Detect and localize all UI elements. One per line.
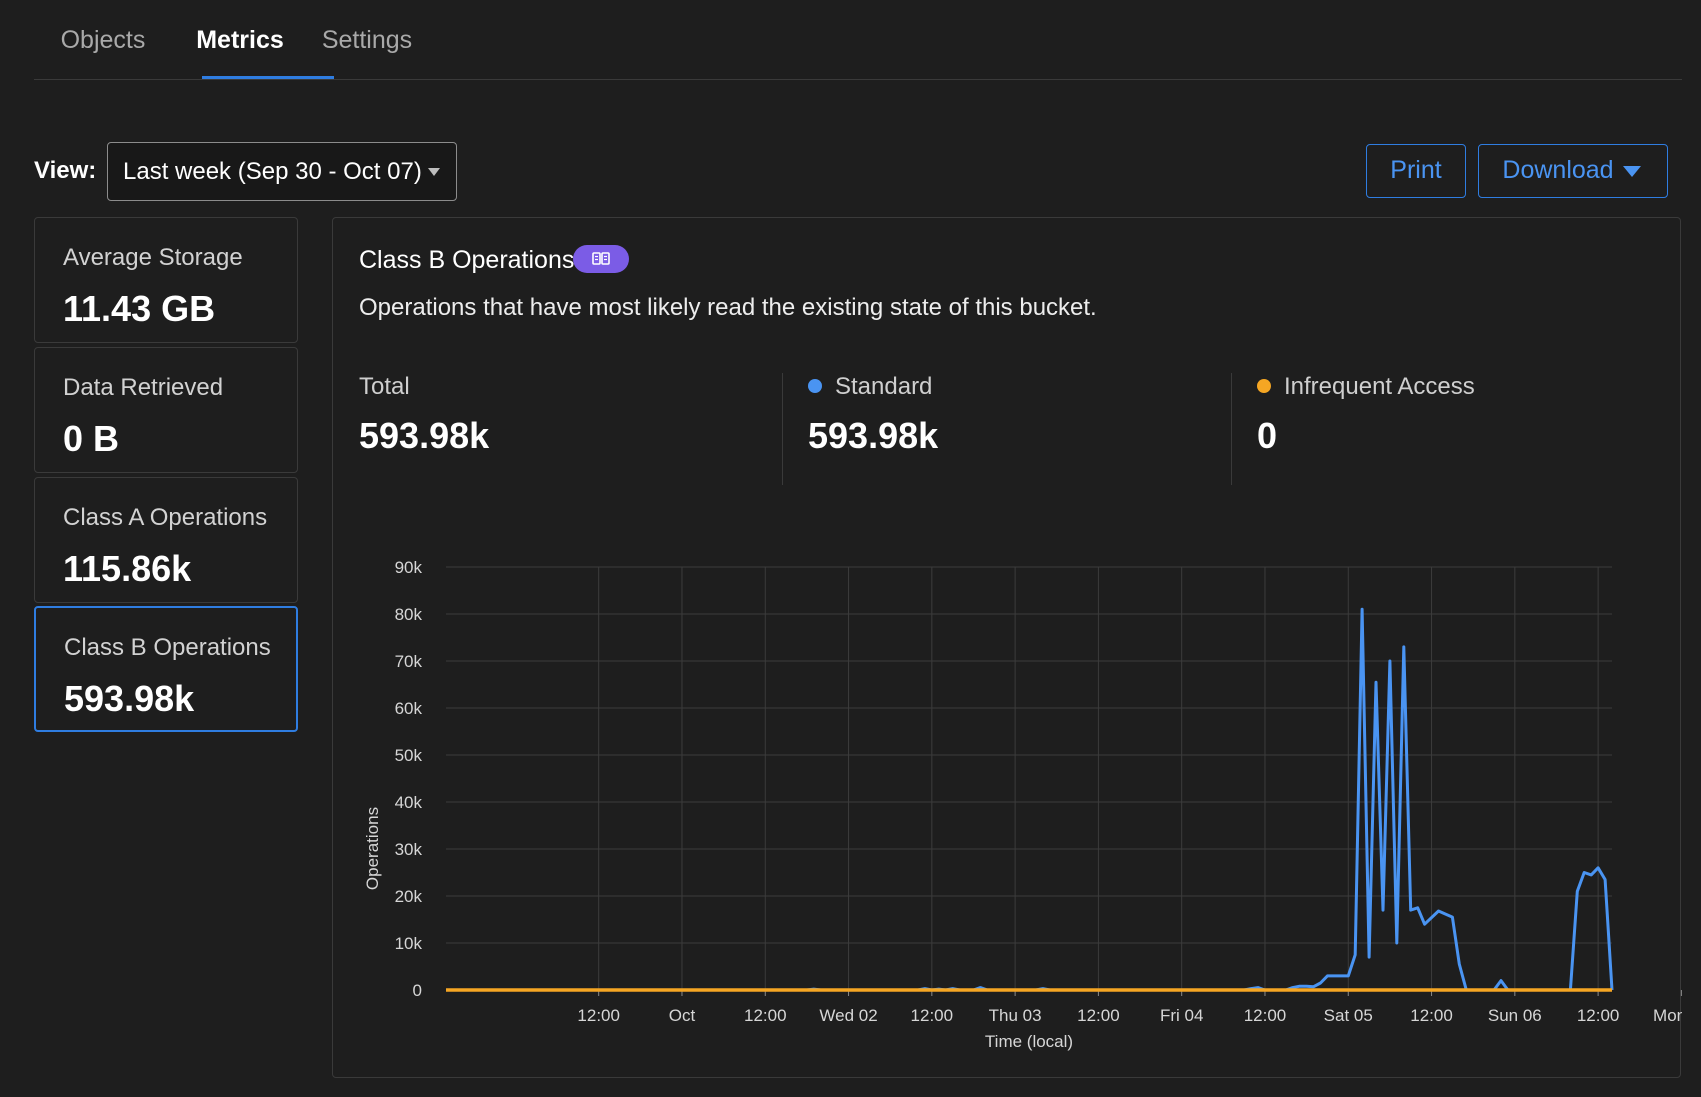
view-label: View: xyxy=(34,157,97,184)
operations-chart: 0 10k 20k 30k 40k 50k 60k 70k 80k 90k 12:00 Oct 12:0… xyxy=(363,558,1682,1051)
x-tick-label: 12:00 xyxy=(577,1006,620,1025)
metrics-panel: Class B Operations Operations that have … xyxy=(332,217,1682,1078)
card-average-storage[interactable]: Average Storage 11.43 GB xyxy=(34,217,298,343)
y-axis-label: Operations xyxy=(363,807,382,890)
tab-metrics[interactable]: Metrics xyxy=(190,26,290,80)
y-tick-label: 50k xyxy=(395,746,423,765)
view-select-value: Last week (Sep 30 - Oct 07) xyxy=(123,158,422,185)
card-value: 11.43 GB xyxy=(63,288,216,329)
view-select[interactable]: Last week (Sep 30 - Oct 07) xyxy=(107,142,457,201)
tab-objects[interactable]: Objects xyxy=(60,26,146,80)
card-label: Average Storage xyxy=(63,244,243,271)
x-tick-label: 12:00 xyxy=(911,1006,954,1025)
x-tick-label: Mon 07 xyxy=(1653,1006,1682,1025)
card-data-retrieved[interactable]: Data Retrieved 0 B xyxy=(34,347,298,473)
chevron-down-icon xyxy=(428,168,440,176)
caret-down-icon xyxy=(1623,166,1641,177)
x-tick-label: Wed 02 xyxy=(819,1006,877,1025)
x-tick-label: Sat 05 xyxy=(1324,1006,1373,1025)
card-label: Data Retrieved xyxy=(63,374,224,401)
active-tab-indicator xyxy=(202,76,334,79)
download-label: Download xyxy=(1502,156,1614,184)
y-tick-label: 30k xyxy=(395,840,423,859)
x-tick-label: Sun 06 xyxy=(1488,1006,1542,1025)
x-tick-label: 12:00 xyxy=(1410,1006,1453,1025)
tab-settings[interactable]: Settings xyxy=(320,26,414,80)
print-button[interactable]: Print xyxy=(1366,144,1466,198)
x-tick-label: 12:00 xyxy=(1244,1006,1287,1025)
x-axis-label: Time (local) xyxy=(985,1032,1073,1051)
download-button[interactable]: Download xyxy=(1478,144,1668,198)
x-tick-label: Oct xyxy=(669,1006,696,1025)
card-value: 593.98k xyxy=(64,678,195,719)
card-label: Class B Operations xyxy=(64,634,271,661)
card-class-b-operations[interactable]: Class B Operations 593.98k xyxy=(34,606,298,732)
y-tick-label: 70k xyxy=(395,652,423,671)
card-value: 115.86k xyxy=(63,548,192,589)
y-tick-label: 60k xyxy=(395,699,423,718)
y-tick-label: 80k xyxy=(395,605,423,624)
y-tick-label: 20k xyxy=(395,887,423,906)
card-value: 0 B xyxy=(63,418,120,459)
tab-bar: Objects Metrics Settings xyxy=(34,0,1682,80)
x-tick-label: 12:00 xyxy=(744,1006,787,1025)
x-tick-label: Fri 04 xyxy=(1160,1006,1203,1025)
card-label: Class A Operations xyxy=(63,504,268,531)
x-tick-label: 12:00 xyxy=(1077,1006,1120,1025)
x-tick-label: 12:00 xyxy=(1577,1006,1620,1025)
y-tick-label: 0 xyxy=(413,981,422,1000)
card-class-a-operations[interactable]: Class A Operations 115.86k xyxy=(34,477,298,603)
x-tick-label: Thu 03 xyxy=(989,1006,1042,1025)
y-tick-label: 10k xyxy=(395,934,423,953)
y-tick-label: 40k xyxy=(395,793,423,812)
y-tick-label: 90k xyxy=(395,558,423,577)
series-line-standard xyxy=(446,607,1614,992)
